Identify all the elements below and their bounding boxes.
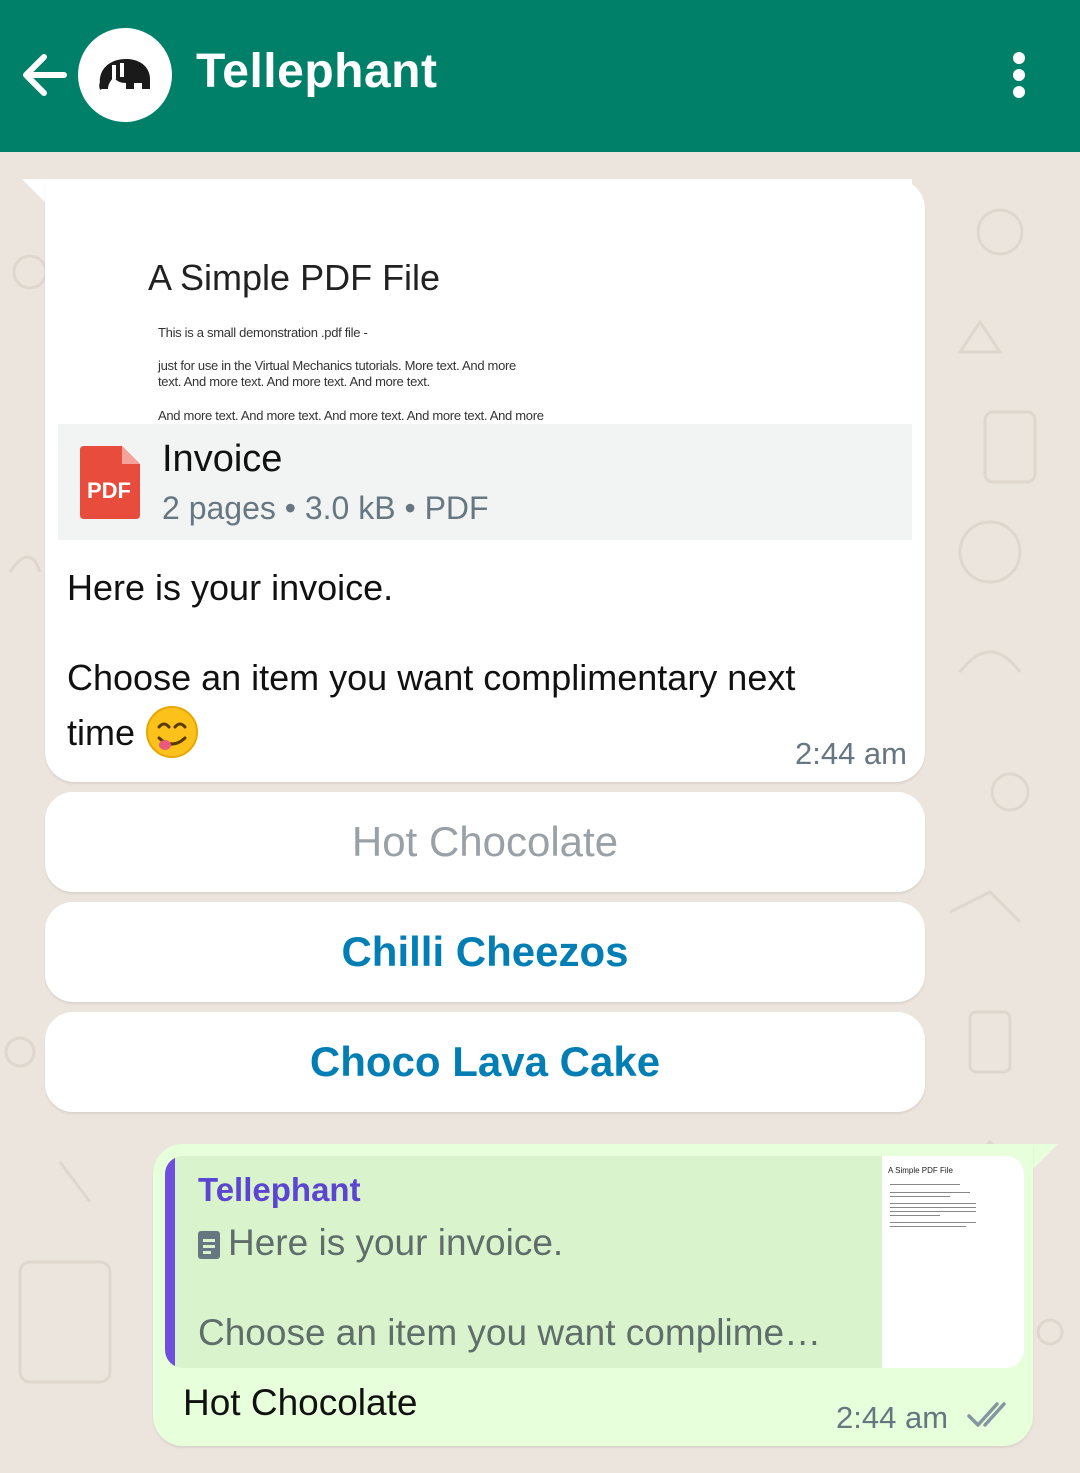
double-check-icon	[967, 1402, 1006, 1427]
incoming-message[interactable]: A Simple PDF File This is a small demons…	[45, 179, 925, 782]
pdf-icon-label: PDF	[87, 478, 131, 503]
message-time: 2:44 am	[836, 1400, 949, 1435]
quote-text-line: Choose an item you want complime…	[198, 1312, 822, 1353]
quote-thumbnail: A Simple PDF File	[882, 1156, 1024, 1368]
reply-text: Hot Chocolate	[183, 1382, 418, 1423]
quoted-message[interactable]: Tellephant Here is your invoice. Choose …	[165, 1156, 1024, 1368]
quick-reply-button[interactable]: Choco Lava Cake	[45, 1012, 925, 1112]
outgoing-message[interactable]: Tellephant Here is your invoice. Choose …	[153, 1144, 1033, 1446]
pdf-preview-title: A Simple PDF File	[148, 257, 441, 298]
quick-reply-button[interactable]: Chilli Cheezos	[45, 902, 925, 1002]
message-time: 2:44 am	[794, 736, 907, 771]
more-vert-icon[interactable]	[1004, 50, 1034, 100]
pdf-preview[interactable]: A Simple PDF File This is a small demons…	[58, 179, 912, 424]
message-line: Here is your invoice.	[67, 567, 394, 608]
quote-author: Tellephant	[198, 1171, 361, 1208]
quick-reply-button[interactable]: Hot Chocolate	[45, 792, 925, 892]
document-attachment[interactable]: PDF Invoice 2 pages • 3.0 kB • PDF	[58, 424, 912, 540]
pdf-preview-line: just for use in the Virtual Mechanics tu…	[158, 358, 516, 373]
quote-text: Here is your invoice.	[198, 1222, 563, 1264]
quote-accent-bar	[165, 1156, 175, 1368]
chat-header: Tellephant	[0, 0, 1080, 152]
pdf-preview-line: And more text. And more text. And more t…	[158, 408, 544, 423]
yum-emoji-icon	[146, 706, 199, 758]
bubble-tail	[1030, 1144, 1058, 1172]
arrow-left-icon[interactable]	[18, 45, 70, 105]
pdf-preview-line: This is a small demonstration .pdf file …	[158, 325, 368, 340]
quote-text-line: Here is your invoice.	[228, 1222, 564, 1263]
avatar[interactable]	[78, 28, 172, 122]
pdf-preview-line: text. And more text. And more text. And …	[158, 374, 430, 389]
document-icon	[198, 1231, 220, 1259]
quote-thumbnail-title: A Simple PDF File	[888, 1166, 953, 1175]
message-text: Here is your invoice. Choose an item you…	[67, 561, 867, 760]
document-meta: 2 pages • 3.0 kB • PDF	[162, 490, 489, 526]
pdf-file-icon: PDF	[80, 446, 140, 519]
elephant-logo-icon	[99, 59, 150, 90]
document-name: Invoice	[162, 438, 283, 480]
chat-title[interactable]: Tellephant	[196, 44, 437, 99]
